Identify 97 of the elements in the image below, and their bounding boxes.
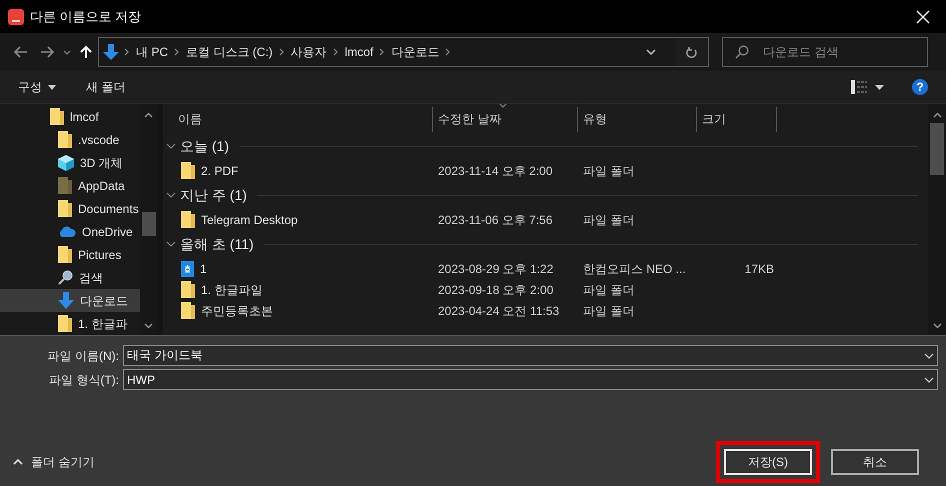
breadcrumb[interactable]: 내 PC (136, 43, 168, 61)
scrollbar-thumb[interactable] (930, 123, 944, 175)
column-header[interactable]: 이름 (173, 107, 433, 132)
chevron-down-icon (924, 376, 934, 382)
sidebar-item[interactable]: 검색 (0, 266, 140, 289)
search-field[interactable]: 다운로드 검색 (722, 37, 928, 67)
chevron-right-icon (124, 48, 130, 56)
sidebar-item[interactable]: 1. 한글파 (0, 312, 140, 335)
group-header[interactable]: 오늘 (1) (180, 136, 229, 156)
close-icon (916, 10, 930, 24)
folder-icon (181, 302, 195, 319)
cloud-icon (58, 226, 76, 237)
arrow-up-icon (80, 45, 92, 59)
folder-icon (50, 108, 64, 125)
search-icon (735, 45, 749, 59)
breadcrumb[interactable]: lmcof (344, 43, 374, 61)
breadcrumb[interactable]: 로컬 디스크 (C:) (186, 43, 273, 61)
folder-icon (58, 200, 72, 217)
dialog-button[interactable]: 저장(S) (724, 449, 812, 475)
file-name[interactable]: 1. 한글파일 (201, 280, 262, 298)
hide-folders-toggle[interactable]: 폴더 숨기기 (13, 453, 94, 471)
caret-down-icon (48, 84, 56, 90)
sidebar-item[interactable]: 다운로드 (0, 289, 140, 312)
details-view-icon (851, 80, 867, 94)
file-type-label: 파일 형식(T): (48, 372, 120, 388)
group-header[interactable]: 올해 초 (11) (180, 234, 254, 254)
chevron-down-icon[interactable] (646, 49, 656, 55)
file-name[interactable]: Telegram Desktop (201, 210, 298, 228)
sidebar-item[interactable]: Documents (0, 197, 140, 220)
chevron-up-icon (13, 459, 23, 465)
group-header[interactable]: 지난 주 (1) (180, 184, 247, 206)
file-name-field[interactable]: 태국 가이드북 (123, 345, 938, 366)
modified-date: 2023-09-18 오후 2:00 (438, 282, 554, 296)
file-size: 17KB (744, 262, 774, 276)
file-name[interactable]: 주민등록초본 (201, 302, 273, 320)
new-folder-button[interactable]: 새 폴더 (86, 78, 126, 96)
column-header[interactable]: 유형 (578, 107, 697, 132)
chevron-right-icon[interactable] (445, 48, 452, 56)
modified-date: 2023-08-29 오후 1:22 (438, 262, 554, 276)
app-logo-icon (8, 8, 24, 24)
search-input: 다운로드 검색 (763, 43, 913, 61)
arrow-right-icon (40, 46, 54, 58)
file-name[interactable]: 1 (200, 260, 207, 278)
folder-icon (181, 281, 195, 298)
caret-down-icon (875, 84, 884, 90)
file-type: 파일 폴더 (583, 282, 634, 296)
scrollbar-thumb[interactable] (142, 212, 156, 236)
file-name[interactable]: 2. PDF (201, 162, 238, 180)
chevron-right-icon (174, 48, 180, 56)
help-button[interactable]: ? (912, 79, 928, 95)
file-type: 파일 폴더 (583, 212, 634, 226)
sidebar-item[interactable]: .vscode (0, 128, 140, 151)
cube-icon (58, 154, 74, 170)
window-title: 다른 이름으로 저장 (30, 8, 142, 26)
folder-icon (58, 315, 72, 332)
sort-indicator-icon (499, 103, 507, 108)
sidebar-item[interactable]: AppData (0, 174, 140, 197)
refresh-icon (686, 46, 698, 58)
chevron-right-icon (278, 48, 285, 56)
file-type-dropdown[interactable]: HWP (123, 369, 938, 390)
view-options-button[interactable] (851, 80, 884, 94)
file-name-label: 파일 이름(N): (46, 348, 120, 364)
arrow-left-icon (14, 46, 28, 58)
address-bar[interactable]: 내 PC 로컬 디스크 (C:) 사용자 lmcof 다운로드 (98, 37, 709, 67)
sidebar-item[interactable]: Pictures (0, 243, 140, 266)
folder-icon (58, 246, 72, 263)
dialog-button[interactable]: 취소 (831, 449, 919, 475)
chevron-right-icon (379, 48, 386, 56)
file-type: 파일 폴더 (583, 164, 634, 178)
column-header[interactable]: 수정한 날짜 (433, 107, 578, 132)
folder-icon (58, 177, 72, 194)
download-icon (58, 292, 74, 309)
file-type: 파일 폴더 (583, 304, 634, 318)
document-icon (181, 260, 194, 276)
sidebar-item[interactable]: lmcof (0, 105, 140, 128)
breadcrumb[interactable]: 사용자 (290, 43, 327, 61)
modified-date: 2023-11-14 오후 2:00 (438, 164, 553, 178)
download-icon (102, 43, 120, 61)
chevron-down-icon (63, 50, 71, 54)
column-header[interactable]: 크기 (697, 107, 777, 132)
modified-date: 2023-04-24 오전 11:53 (438, 304, 560, 318)
sidebar-item[interactable]: OneDrive (0, 220, 140, 243)
organize-menu[interactable]: 구성 (18, 78, 56, 96)
file-type: 한컴오피스 NEO ... (583, 262, 686, 276)
modified-date: 2023-11-06 오후 7:56 (438, 212, 553, 226)
sidebar-item[interactable]: 3D 개체 (0, 151, 140, 174)
chevron-right-icon (332, 48, 339, 56)
refresh-button[interactable] (676, 38, 708, 66)
chevron-down-icon[interactable] (166, 192, 176, 198)
folder-icon (58, 131, 72, 148)
chevron-down-icon[interactable] (924, 353, 934, 359)
chevron-down-icon[interactable] (166, 143, 176, 149)
chevron-down-icon[interactable] (166, 241, 176, 247)
search-icon (58, 270, 73, 285)
folder-icon (181, 162, 195, 179)
breadcrumb[interactable]: 다운로드 (391, 43, 440, 61)
folder-icon (181, 211, 195, 228)
